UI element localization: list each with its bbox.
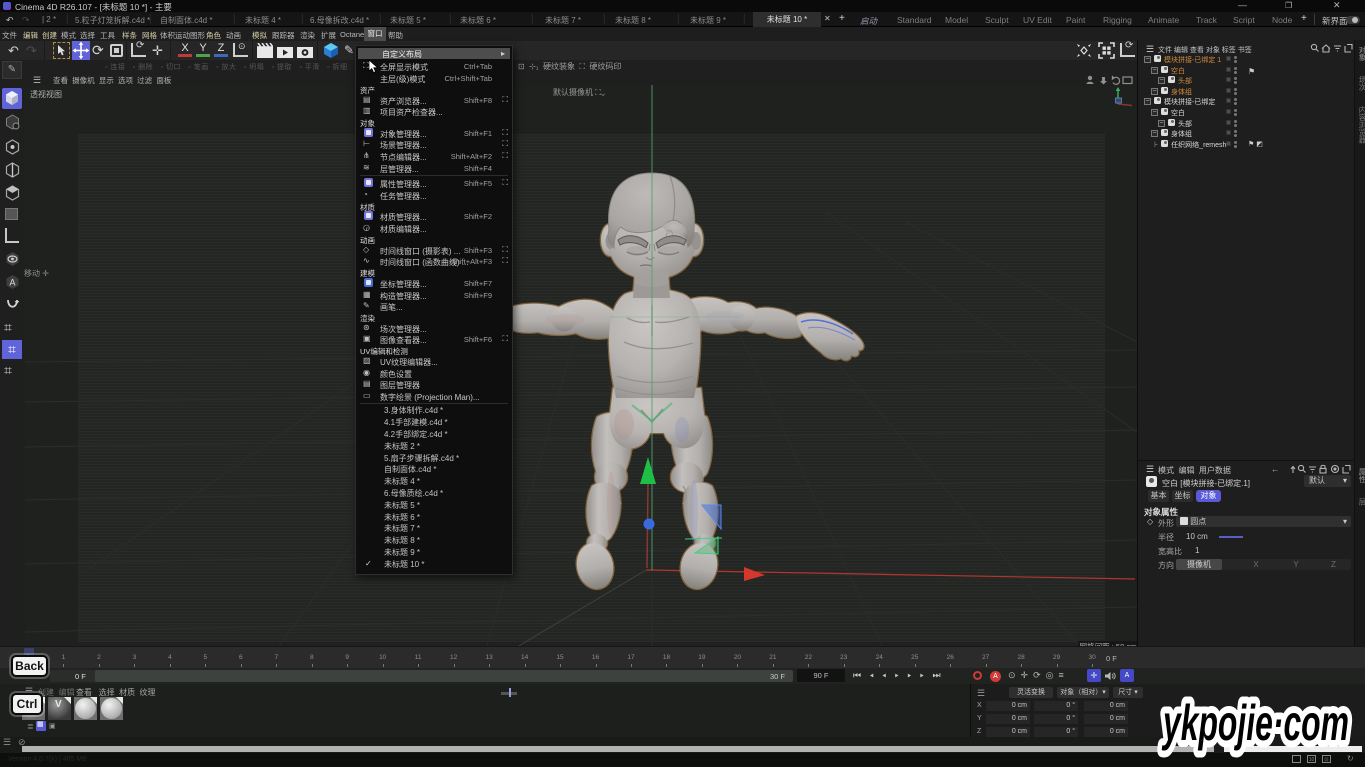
svg-text:ykpojie·com: ykpojie·com — [1161, 695, 1349, 751]
svg-text:A: A — [9, 278, 15, 288]
